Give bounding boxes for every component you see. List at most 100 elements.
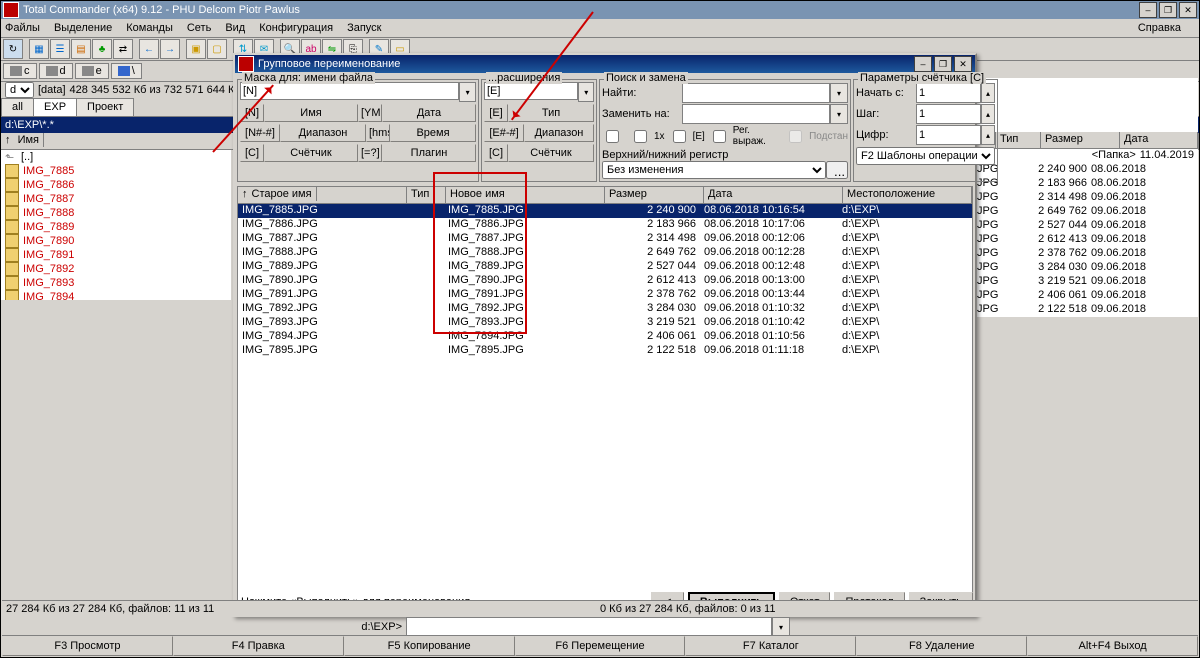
right-file-row[interactable]: JPG2 122 51809.06.2018 xyxy=(973,303,1198,317)
right-file-row[interactable]: JPG2 612 41309.06.2018 xyxy=(973,233,1198,247)
fn-f4[interactable]: F4 Правка xyxy=(173,636,344,656)
drive-e-button[interactable]: e xyxy=(75,63,109,79)
preview-row[interactable]: IMG_7894.JPGIMG_7894.JPG2 406 06109.06.2… xyxy=(238,330,972,344)
counter-step-spin[interactable]: ▴ xyxy=(981,104,995,124)
toolbar-thumbs-icon[interactable]: ▤ xyxy=(71,39,91,59)
ext-mask-dropdown[interactable]: ▾ xyxy=(578,82,594,102)
tab-project[interactable]: Проект xyxy=(76,98,134,116)
drive-select[interactable]: d xyxy=(5,82,34,98)
counter-digits-spin[interactable]: ▴ xyxy=(981,125,995,145)
btn-time[interactable]: Время xyxy=(390,124,476,142)
cmd-input[interactable] xyxy=(406,617,772,637)
right-file-row[interactable]: JPG3 219 52109.06.2018 xyxy=(973,275,1198,289)
right-column-header[interactable]: ↑ Тип Размер Дата xyxy=(973,132,1198,149)
btn-counter[interactable]: Счётчик xyxy=(264,144,358,162)
ext-mask-input[interactable] xyxy=(484,82,578,100)
btn-e[interactable]: [E] xyxy=(484,104,508,122)
file-row[interactable]: IMG_7890 xyxy=(1,234,231,248)
drive-d-button[interactable]: d xyxy=(39,63,73,79)
menu-help[interactable]: Справка xyxy=(1138,22,1181,34)
cmd-dropdown[interactable]: ▾ xyxy=(772,617,790,637)
btn-c[interactable]: [C] xyxy=(240,144,264,162)
counter-start-input[interactable] xyxy=(916,83,981,103)
counter-digits-input[interactable] xyxy=(916,125,981,145)
right-file-row[interactable]: JPG2 314 49809.06.2018 xyxy=(973,191,1198,205)
fn-f7[interactable]: F7 Каталог xyxy=(685,636,856,656)
right-file-row[interactable]: JPG2 378 76209.06.2018 xyxy=(973,247,1198,261)
chk-empty[interactable] xyxy=(606,130,619,143)
preview-row[interactable]: IMG_7895.JPGIMG_7895.JPG2 122 51809.06.2… xyxy=(238,344,972,358)
menu-file[interactable]: Файлы xyxy=(5,22,40,34)
file-row[interactable]: IMG_7889 xyxy=(1,220,231,234)
menu-cmd[interactable]: Команды xyxy=(126,22,173,34)
replace-input[interactable] xyxy=(682,104,830,124)
preview-table[interactable]: IMG_7885.JPGIMG_7885.JPG2 240 90008.06.2… xyxy=(237,204,973,605)
toolbar-zip-icon[interactable]: ▣ xyxy=(186,39,206,59)
preview-row[interactable]: IMG_7890.JPGIMG_7890.JPG2 612 41309.06.2… xyxy=(238,274,972,288)
tab-all[interactable]: all xyxy=(1,98,34,116)
name-mask-dropdown[interactable]: ▾ xyxy=(459,82,476,102)
btn-hms[interactable]: [hms] xyxy=(366,124,390,142)
file-row[interactable]: IMG_7893 xyxy=(1,276,231,290)
btn-ymd[interactable]: [YMD] xyxy=(358,104,382,122)
template-select[interactable]: F2 Шаблоны операции xyxy=(856,147,995,165)
btn-name[interactable]: Имя xyxy=(264,104,358,122)
case-more-button[interactable]: ... xyxy=(826,161,848,179)
menu-mark[interactable]: Выделение xyxy=(54,22,112,34)
chk-1x[interactable] xyxy=(634,130,647,143)
counter-step-input[interactable] xyxy=(916,104,981,124)
preview-row[interactable]: IMG_7889.JPGIMG_7889.JPG2 527 04409.06.2… xyxy=(238,260,972,274)
preview-row[interactable]: IMG_7893.JPGIMG_7893.JPG3 219 52109.06.2… xyxy=(238,316,972,330)
name-mask-input[interactable] xyxy=(240,82,459,100)
right-file-row[interactable]: JPG2 406 06109.06.2018 xyxy=(973,289,1198,303)
preview-row[interactable]: IMG_7891.JPGIMG_7891.JPG2 378 76209.06.2… xyxy=(238,288,972,302)
toolbar-brief-icon[interactable]: ▦ xyxy=(29,39,49,59)
toolbar-back-icon[interactable]: ← xyxy=(139,39,159,59)
dialog-minimize-button[interactable]: – xyxy=(914,56,932,72)
find-dropdown[interactable]: ▾ xyxy=(830,83,848,103)
btn-range-code[interactable]: [N#-#] xyxy=(240,124,280,142)
file-row[interactable]: IMG_7894 xyxy=(1,290,231,300)
toolbar-swap-icon[interactable]: ⇄ xyxy=(113,39,133,59)
dialog-maximize-button[interactable]: ❐ xyxy=(934,56,952,72)
file-row[interactable]: IMG_7891 xyxy=(1,248,231,262)
btn-date[interactable]: Дата xyxy=(382,104,476,122)
menu-cfg[interactable]: Конфигурация xyxy=(259,22,333,34)
right-file-row[interactable]: JPG2 649 76209.06.2018 xyxy=(973,205,1198,219)
preview-row[interactable]: IMG_7888.JPGIMG_7888.JPG2 649 76209.06.2… xyxy=(238,246,972,260)
tab-exp[interactable]: EXP xyxy=(33,98,77,116)
minimize-button[interactable]: – xyxy=(1139,2,1157,18)
case-select[interactable]: Без изменения xyxy=(602,161,826,179)
btn-erange[interactable]: Диапазон xyxy=(524,124,594,142)
menu-net[interactable]: Сеть xyxy=(187,22,211,34)
fn-f5[interactable]: F5 Копирование xyxy=(344,636,515,656)
right-file-row[interactable]: JPG3 284 03009.06.2018 xyxy=(973,261,1198,275)
maximize-button[interactable]: ❐ xyxy=(1159,2,1177,18)
btn-ext[interactable]: Тип xyxy=(508,104,594,122)
fn-f3[interactable]: F3 Просмотр xyxy=(2,636,173,656)
toolbar-fwd-icon[interactable]: → xyxy=(160,39,180,59)
drive-c-button[interactable]: c xyxy=(3,63,37,79)
preview-row[interactable]: IMG_7885.JPGIMG_7885.JPG2 240 90008.06.2… xyxy=(238,204,972,218)
btn-ec[interactable]: [C] xyxy=(484,144,508,162)
drive-net-button[interactable]: \ xyxy=(111,63,142,79)
btn-plugin-code[interactable]: [=?] xyxy=(358,144,382,162)
fn-altf4[interactable]: Alt+F4 Выход xyxy=(1027,636,1198,656)
right-file-row[interactable]: JPG2 240 90008.06.2018 xyxy=(973,163,1198,177)
dialog-titlebar[interactable]: Групповое переименование – ❐ ✕ xyxy=(235,55,975,73)
left-file-list[interactable]: ⬑[..] IMG_7885IMG_7886IMG_7887IMG_7888IM… xyxy=(1,150,231,300)
chk-e[interactable] xyxy=(673,130,686,143)
file-row[interactable]: IMG_7885 xyxy=(1,164,231,178)
fn-f8[interactable]: F8 Удаление xyxy=(856,636,1027,656)
btn-n[interactable]: [N] xyxy=(240,104,264,122)
preview-column-header[interactable]: ↑Старое имя Тип Новое имя Размер Дата Ме… xyxy=(237,186,973,204)
close-button[interactable]: ✕ xyxy=(1179,2,1197,18)
fn-f6[interactable]: F6 Перемещение xyxy=(515,636,686,656)
replace-dropdown[interactable]: ▾ xyxy=(830,104,848,124)
file-row[interactable]: IMG_7888 xyxy=(1,206,231,220)
preview-row[interactable]: IMG_7886.JPGIMG_7886.JPG2 183 96608.06.2… xyxy=(238,218,972,232)
file-row[interactable]: IMG_7892 xyxy=(1,262,231,276)
toolbar-full-icon[interactable]: ☰ xyxy=(50,39,70,59)
btn-plugin[interactable]: Плагин xyxy=(382,144,476,162)
dialog-close-button[interactable]: ✕ xyxy=(954,56,972,72)
